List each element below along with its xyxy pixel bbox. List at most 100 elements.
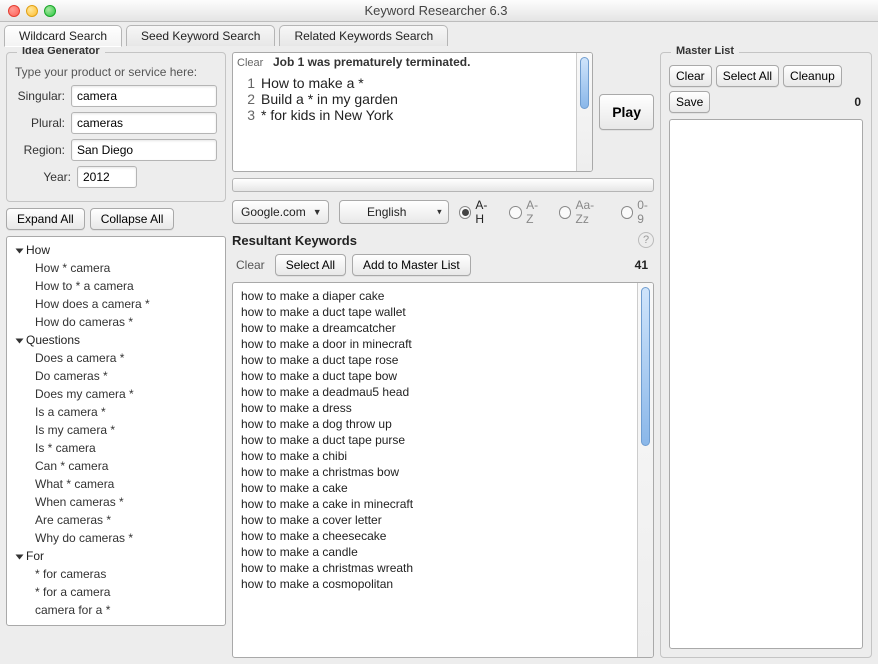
tree-leaf[interactable]: Does a camera * [11,349,221,367]
range-label: A-H [475,198,495,226]
line-number: 3 [233,107,261,123]
expand-all-button[interactable]: Expand All [6,208,85,230]
tab-seed-keyword-search[interactable]: Seed Keyword Search [126,25,275,46]
master-save-button[interactable]: Save [669,91,710,113]
add-to-master-button[interactable]: Add to Master List [352,254,471,276]
tree-leaf[interactable]: How * camera [11,259,221,277]
tab-related-keywords-search[interactable]: Related Keywords Search [279,25,448,46]
result-item[interactable]: how to make a candle [241,544,629,560]
tree-leaf[interactable]: What * camera [11,475,221,493]
tree-leaf[interactable]: Does my camera * [11,385,221,403]
tree-leaf[interactable]: Are cameras * [11,511,221,529]
scrollbar-icon[interactable] [576,53,592,171]
tree-leaf[interactable]: Do cameras * [11,367,221,385]
close-icon[interactable] [8,5,20,17]
tree-leaf[interactable]: Why do cameras * [11,529,221,547]
result-item[interactable]: how to make a cake [241,480,629,496]
triangle-down-icon [16,554,24,559]
range-label: 0-9 [637,198,654,226]
result-item[interactable]: how to make a christmas bow [241,464,629,480]
input-region[interactable] [71,139,217,161]
range-radio-group: A-H A-Z Aa-Zz 0-9 [459,198,654,226]
result-item[interactable]: how to make a cheesecake [241,528,629,544]
result-item[interactable]: how to make a dress [241,400,629,416]
input-year[interactable] [77,166,137,188]
master-list-title: Master List [671,45,739,57]
language-value: English [367,205,406,219]
status-clear-button[interactable]: Clear [237,57,263,69]
language-select[interactable]: English ▾ [339,200,449,224]
help-icon[interactable]: ? [638,232,654,248]
chevron-down-icon: ▼ [313,207,322,217]
search-engine-value: Google.com [241,205,306,219]
tree-leaf[interactable]: Is my camera * [11,421,221,439]
range-label: Aa-Zz [575,198,606,226]
scrollbar-icon[interactable] [637,283,653,657]
status-message: Job 1 was prematurely terminated. [273,55,470,69]
idea-generator-hint: Type your product or service here: [15,65,217,79]
tree-leaf[interactable]: * for a camera [11,583,221,601]
result-item[interactable]: how to make a cover letter [241,512,629,528]
tree-leaf[interactable]: * for cameras [11,565,221,583]
tree-leaf[interactable]: When cameras * [11,493,221,511]
master-list: Master List Clear Select All Cleanup Sav… [660,52,872,658]
result-item[interactable]: how to make a cosmopolitan [241,576,629,592]
tree-leaf[interactable]: Is a camera * [11,403,221,421]
job-status-box: Clear Job 1 was prematurely terminated. … [232,52,593,172]
tree-leaf[interactable]: How to * a camera [11,277,221,295]
result-item[interactable]: how to make a dog throw up [241,416,629,432]
tree-node[interactable]: How [11,241,221,259]
collapse-all-button[interactable]: Collapse All [90,208,175,230]
radio-icon [459,206,472,219]
result-item[interactable]: how to make a christmas wreath [241,560,629,576]
line-number: 2 [233,91,261,107]
label-singular: Singular: [15,89,65,103]
tree-leaf[interactable]: How do cameras * [11,313,221,331]
master-list-box[interactable] [669,119,863,649]
zoom-icon[interactable] [44,5,56,17]
line-text: Build a * in my garden [261,91,576,107]
resultant-keywords-list[interactable]: how to make a diaper cakehow to make a d… [233,283,637,657]
result-item[interactable]: how to make a duct tape bow [241,368,629,384]
tree-leaf[interactable]: How does a camera * [11,295,221,313]
result-item[interactable]: how to make a cake in minecraft [241,496,629,512]
result-item[interactable]: how to make a chibi [241,448,629,464]
play-button[interactable]: Play [599,94,654,130]
result-item[interactable]: how to make a duct tape purse [241,432,629,448]
resultant-count: 41 [635,258,654,272]
range-option[interactable]: 0-9 [621,198,654,226]
input-plural[interactable] [71,112,217,134]
input-singular[interactable] [71,85,217,107]
result-item[interactable]: how to make a dreamcatcher [241,320,629,336]
query-line[interactable]: 1How to make a * [233,75,576,91]
tree-leaf[interactable]: camera for a * [11,601,221,619]
master-clear-button[interactable]: Clear [669,65,712,87]
range-option[interactable]: A-H [459,198,496,226]
query-line[interactable]: 2Build a * in my garden [233,91,576,107]
minimize-icon[interactable] [26,5,38,17]
query-line[interactable]: 3* for kids in New York [233,107,576,123]
result-item[interactable]: how to make a deadmau5 head [241,384,629,400]
idea-tree[interactable]: HowHow * cameraHow to * a cameraHow does… [6,236,226,626]
radio-icon [559,206,572,219]
tree-node[interactable]: For [11,547,221,565]
master-cleanup-button[interactable]: Cleanup [783,65,842,87]
resultant-clear[interactable]: Clear [232,258,269,272]
range-option[interactable]: A-Z [509,198,544,226]
titlebar: Keyword Researcher 6.3 [0,0,878,22]
line-text: * for kids in New York [261,107,576,123]
result-item[interactable]: how to make a duct tape rose [241,352,629,368]
range-option[interactable]: Aa-Zz [559,198,607,226]
tab-wildcard-search[interactable]: Wildcard Search [4,25,122,47]
tree-node[interactable]: Questions [11,331,221,349]
tree-leaf[interactable]: Can * camera [11,457,221,475]
search-engine-select[interactable]: Google.com ▼ [232,200,329,224]
tree-leaf[interactable]: Is * camera [11,439,221,457]
result-item[interactable]: how to make a diaper cake [241,288,629,304]
result-item[interactable]: how to make a duct tape wallet [241,304,629,320]
window-title: Keyword Researcher 6.3 [56,3,816,18]
query-list[interactable]: 1How to make a *2Build a * in my garden3… [233,53,576,171]
result-item[interactable]: how to make a door in minecraft [241,336,629,352]
master-select-all-button[interactable]: Select All [716,65,779,87]
resultant-select-all-button[interactable]: Select All [275,254,346,276]
